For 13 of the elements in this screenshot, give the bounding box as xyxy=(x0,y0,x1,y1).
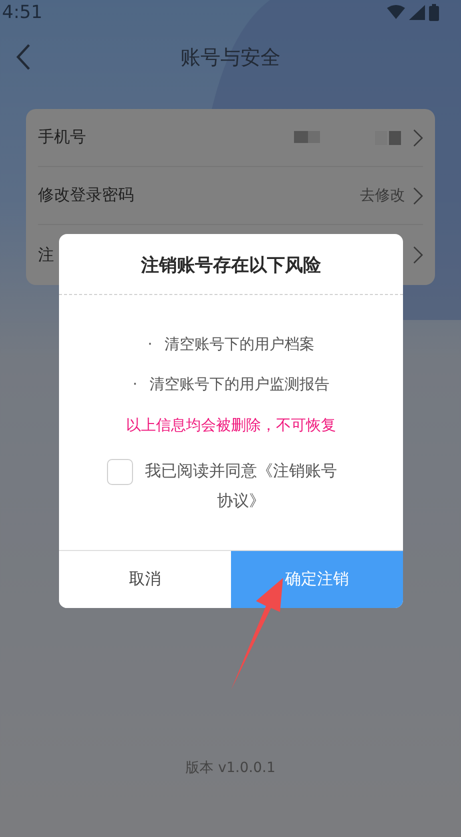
risk-item: 清空账号下的用户档案 xyxy=(164,334,314,354)
row-value: 去修改 xyxy=(360,186,405,205)
bullet-mark: · xyxy=(148,335,152,353)
row-label: 修改登录密码 xyxy=(38,185,134,206)
status-time: 4:51 xyxy=(2,2,42,22)
row-label: 手机号 xyxy=(38,127,86,148)
dialog-title: 注销账号存在以下风险 xyxy=(141,254,321,277)
row-label: 注 xyxy=(38,244,54,266)
bullet-mark: · xyxy=(132,375,138,393)
version-text: 版本 v1.0.0.1 xyxy=(186,760,276,776)
warning-text: 以上信息均会被删除，不可恢复 xyxy=(126,414,336,436)
risk-item: 清空账号下的用户监测报告 xyxy=(149,374,330,394)
page-title: 账号与安全 xyxy=(180,44,282,70)
